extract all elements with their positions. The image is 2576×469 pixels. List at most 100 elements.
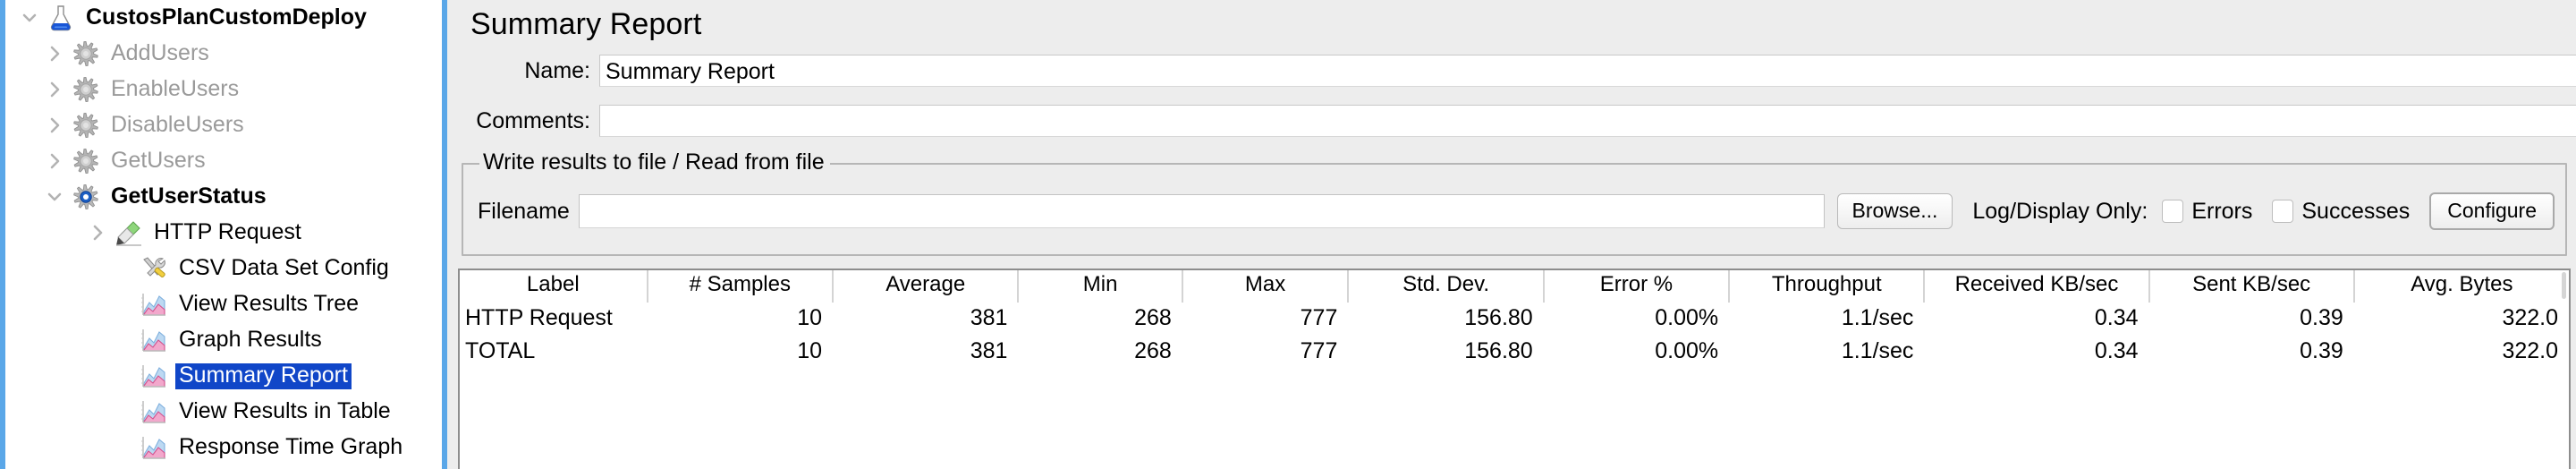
column-header[interactable]: Average: [833, 270, 1020, 303]
tree-item-label: CustosPlanCustomDeploy: [86, 4, 367, 30]
errors-checkbox[interactable]: Errors: [2162, 199, 2252, 225]
tree-item-getusers[interactable]: GetUsers: [5, 143, 442, 179]
table-cell-error-pct: 0.00%: [1655, 338, 1719, 363]
thread-group-gear-icon: [70, 146, 102, 176]
table-row[interactable]: TOTAL 10 381 268 777 156.80 0.00% 1.1/sec 0.34 0.…: [460, 336, 2569, 369]
listener-chart-icon: [138, 397, 170, 427]
results-table: Label # Samples Average Min Max Std. Dev. Erro…: [460, 270, 2569, 369]
tree-item-label: GetUsers: [111, 147, 206, 173]
tree-item-view-results-in-table[interactable]: View Results in Table: [5, 394, 442, 430]
chevron-right-icon[interactable]: [39, 115, 70, 135]
test-plan-flask-icon: [45, 3, 77, 33]
table-cell-received-kb: 0.34: [2094, 338, 2139, 363]
test-plan-tree[interactable]: CustosPlanCustomDeploy AddUsers EnableUser…: [0, 0, 447, 469]
thread-group-gear-active-icon: [70, 182, 102, 212]
tree-item-label: EnableUsers: [111, 75, 240, 101]
comments-input[interactable]: [599, 105, 2576, 137]
results-table-header: Label # Samples Average Min Max Std. Dev. Erro…: [460, 270, 2569, 303]
name-label: Name:: [524, 57, 590, 83]
filename-row: Filename Browse... Log/Display Only: Err…: [463, 190, 2565, 233]
tree-item-view-results-tree[interactable]: View Results Tree: [5, 286, 442, 322]
name-input[interactable]: Summary Report: [599, 55, 2576, 87]
results-table-body: HTTP Request 10 381 268 777 156.80 0.00% 1.1/se…: [460, 303, 2569, 369]
tree-item-label: View Results in Table: [179, 397, 391, 423]
thread-group-gear-icon: [70, 38, 102, 69]
table-cell-average: 381: [970, 338, 1008, 363]
tree-item-csv-data-set-config[interactable]: CSV Data Set Config: [5, 251, 442, 286]
summary-results-table[interactable]: Label # Samples Average Min Max Std. Dev. Erro…: [458, 269, 2571, 469]
column-header[interactable]: Error %: [1543, 270, 1731, 303]
column-header[interactable]: Label: [460, 270, 648, 303]
tree-item-label: HTTP Request: [154, 218, 301, 244]
listener-chart-icon: [138, 325, 170, 355]
tree-item-label: View Results Tree: [179, 290, 360, 316]
chevron-right-icon[interactable]: [82, 223, 113, 243]
chevron-right-icon[interactable]: [39, 151, 70, 171]
successes-checkbox-label: Successes: [2301, 198, 2411, 224]
write-results-group-title: Write results to file / Read from file: [479, 149, 830, 175]
table-cell-min: 268: [1134, 305, 1172, 330]
tree-item-disableusers[interactable]: DisableUsers: [5, 107, 442, 143]
errors-checkbox-label: Errors: [2191, 198, 2253, 224]
table-header-row: Label # Samples Average Min Max Std. Dev. Erro…: [460, 270, 2569, 303]
errors-checkbox-box[interactable]: [2162, 200, 2184, 223]
table-cell-sent-kb: 0.39: [2300, 305, 2343, 330]
listener-chart-icon: [138, 289, 170, 320]
table-cell-average: 381: [970, 305, 1008, 330]
write-results-group: Write results to file / Read from file F…: [462, 149, 2567, 256]
chevron-down-icon[interactable]: [39, 187, 70, 207]
tree-item-getuserstatus[interactable]: GetUserStatus: [5, 179, 442, 215]
configure-button[interactable]: Configure: [2429, 192, 2555, 231]
column-header[interactable]: Std. Dev.: [1348, 270, 1545, 303]
table-cell-stddev: 156.80: [1464, 338, 1533, 363]
tree-item-label: GetUserStatus: [111, 183, 267, 209]
table-cell-stddev: 156.80: [1464, 305, 1533, 330]
table-scrollbar-thumb[interactable]: [2562, 272, 2566, 299]
name-row: Name: Summary Report: [447, 50, 2576, 91]
table-cell-max: 777: [1300, 338, 1338, 363]
tree-item-enableusers[interactable]: EnableUsers: [5, 72, 442, 107]
table-scrollbar[interactable]: [2558, 270, 2569, 469]
tree-item-addusers[interactable]: AddUsers: [5, 36, 442, 72]
tree-item-custosplancustomdeploy[interactable]: CustosPlanCustomDeploy: [5, 0, 442, 36]
comments-label: Comments:: [476, 107, 590, 133]
csv-config-tools-icon: [138, 253, 170, 284]
table-row[interactable]: HTTP Request 10 381 268 777 156.80 0.00% 1.1/se…: [460, 303, 2569, 336]
filename-input[interactable]: [578, 194, 1825, 228]
successes-checkbox-box[interactable]: [2272, 200, 2294, 223]
table-cell-throughput: 1.1/sec: [1841, 338, 1914, 363]
chevron-right-icon[interactable]: [39, 44, 70, 64]
column-header[interactable]: Min: [1018, 270, 1183, 303]
table-cell-label: HTTP Request: [465, 305, 613, 330]
tree-item-label: DisableUsers: [111, 111, 244, 137]
tree-item-response-time-graph[interactable]: Response Time Graph: [5, 430, 442, 465]
tree-item-summary-report[interactable]: Summary Report: [5, 358, 442, 394]
column-header[interactable]: Throughput: [1729, 270, 1926, 303]
successes-checkbox[interactable]: Successes: [2272, 199, 2410, 225]
column-header[interactable]: Received KB/sec: [1924, 270, 2150, 303]
page-title: Summary Report: [470, 7, 702, 41]
table-cell-min: 268: [1134, 338, 1172, 363]
http-request-pen-icon: [113, 217, 145, 248]
thread-group-gear-icon: [70, 110, 102, 141]
chevron-down-icon[interactable]: [14, 8, 45, 28]
tree-item-graph-results[interactable]: Graph Results: [5, 322, 442, 358]
listener-chart-icon: [138, 361, 170, 391]
filename-label: Filename: [478, 198, 570, 224]
chevron-right-icon[interactable]: [39, 80, 70, 99]
summary-report-panel: Summary Report Name: Summary Report Comm…: [447, 0, 2576, 469]
thread-group-gear-icon: [70, 74, 102, 105]
column-header[interactable]: # Samples: [647, 270, 835, 303]
tree-item-label: AddUsers: [111, 39, 209, 65]
tree-item-label: Summary Report: [175, 362, 352, 389]
table-cell-samples: 10: [797, 305, 822, 330]
table-cell-received-kb: 0.34: [2094, 305, 2139, 330]
table-cell-throughput: 1.1/sec: [1841, 305, 1914, 330]
column-header[interactable]: Sent KB/sec: [2148, 270, 2355, 303]
browse-button[interactable]: Browse...: [1836, 192, 1953, 230]
column-header[interactable]: Max: [1182, 270, 1350, 303]
tree-item-http-request[interactable]: HTTP Request: [5, 215, 442, 251]
tree-item-label: CSV Data Set Config: [179, 254, 389, 280]
column-header[interactable]: Avg. Bytes: [2353, 270, 2569, 303]
table-cell-label: TOTAL: [465, 338, 536, 363]
